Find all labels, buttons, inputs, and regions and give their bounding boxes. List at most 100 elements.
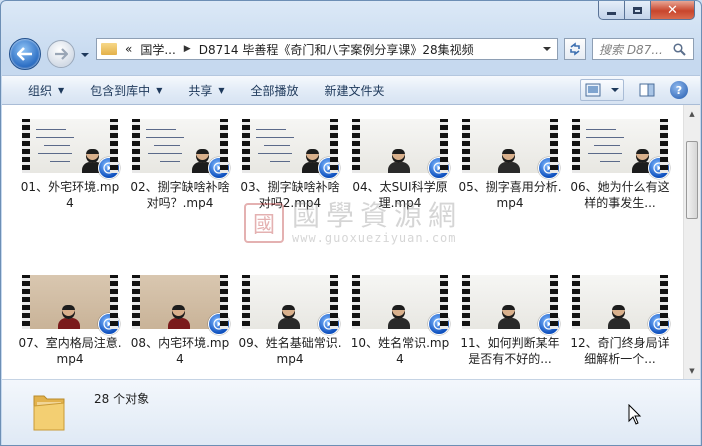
minimize-button[interactable] (598, 1, 625, 20)
file-item[interactable]: 06、她为什么有这样的事发生... (565, 119, 675, 275)
breadcrumb-separator-icon[interactable]: ▶ (184, 44, 191, 54)
help-icon: ? (675, 83, 683, 97)
file-item[interactable]: 07、室内格局注意.mp4 (15, 275, 125, 379)
change-view-button[interactable] (580, 79, 624, 101)
video-thumbnail[interactable] (22, 119, 120, 179)
whiteboard-writing (44, 145, 70, 146)
arrow-left-icon (17, 47, 32, 61)
file-item[interactable]: 02、捌字缺啥补啥对吗？.mp4 (125, 119, 235, 275)
video-thumbnail[interactable] (242, 275, 340, 335)
file-grid: 01、外宅环境.mp4 02、捌字缺啥补啥对吗？.mp4 03、捌字缺啥补啥对吗2.… (15, 119, 675, 379)
file-name: 02、捌字缺啥补啥对吗？.mp4 (130, 180, 230, 210)
video-thumbnail[interactable] (572, 275, 670, 335)
breadcrumb-current[interactable]: D8714 毕善程《奇门和八字案例分享课》28集视频 (199, 41, 474, 58)
search-input[interactable]: 搜索 D87... (599, 41, 669, 58)
minimize-icon (607, 11, 616, 15)
file-item[interactable]: 10、姓名常识.mp4 (345, 275, 455, 379)
search-icon[interactable] (673, 42, 686, 56)
whiteboard-writing (148, 153, 182, 154)
organize-menu[interactable]: 组织 ▼ (28, 82, 64, 99)
include-library-label: 包含到库中 (90, 83, 151, 98)
video-thumbnail[interactable] (352, 275, 450, 335)
address-bar[interactable]: « 国学... ▶ D8714 毕善程《奇门和八字案例分享课》28集视频 (96, 38, 558, 60)
search-box[interactable]: 搜索 D87... (592, 38, 694, 60)
vertical-scrollbar[interactable]: ▲ ▼ (683, 105, 700, 379)
file-list-pane[interactable]: 01、外宅环境.mp4 02、捌字缺啥补啥对吗？.mp4 03、捌字缺啥补啥对吗2.… (2, 105, 700, 379)
refresh-icon (570, 42, 580, 56)
recent-pages-button[interactable] (81, 48, 89, 57)
new-folder-label: 新建文件夹 (324, 83, 385, 98)
chevron-down-icon (81, 53, 89, 57)
file-item[interactable]: 11、如何判断某年是否有不好的... (455, 275, 565, 379)
preview-pane-button[interactable] (636, 79, 658, 101)
play-all-label: 全部播放 (250, 83, 299, 98)
navigation-bar: « 国学... ▶ D8714 毕善程《奇门和八字案例分享课》28集视频 搜索 … (1, 28, 701, 74)
include-in-library-menu[interactable]: 包含到库中 ▼ (90, 82, 162, 99)
play-all-button[interactable]: 全部播放 (251, 82, 299, 99)
whiteboard-writing (160, 161, 180, 162)
maximize-icon (633, 6, 642, 14)
file-name: 12、奇门终身局详细解析一个... (570, 336, 670, 366)
file-item[interactable]: 09、姓名基础常识.mp4 (235, 275, 345, 379)
media-player-icon (208, 157, 230, 179)
whiteboard-writing (264, 145, 290, 146)
whiteboard-writing (586, 137, 624, 138)
whiteboard-writing (586, 129, 616, 130)
scroll-thumb[interactable] (686, 141, 698, 219)
new-folder-button[interactable]: 新建文件夹 (325, 82, 385, 99)
presenter (168, 305, 190, 329)
media-player-icon (208, 313, 230, 335)
presenter (58, 305, 80, 329)
address-prefix[interactable]: « (125, 42, 132, 56)
video-thumbnail[interactable] (132, 119, 230, 179)
file-name: 09、姓名基础常识.mp4 (238, 336, 342, 366)
file-item[interactable]: 05、捌字喜用分析.mp4 (455, 119, 565, 275)
whiteboard-writing (38, 153, 72, 154)
video-thumbnail[interactable] (352, 119, 450, 179)
whiteboard-writing (600, 161, 620, 162)
chevron-down-icon[interactable] (611, 86, 619, 94)
breadcrumb-parent[interactable]: 国学... (140, 41, 175, 58)
whiteboard-writing (36, 137, 74, 138)
whiteboard-writing (256, 137, 294, 138)
chevron-down-icon: ▼ (218, 85, 225, 95)
file-item[interactable]: 03、捌字缺啥补啥对吗2.mp4 (235, 119, 345, 275)
file-item[interactable]: 12、奇门终身局详细解析一个... (565, 275, 675, 379)
arrow-right-icon (55, 48, 68, 60)
file-name: 05、捌字喜用分析.mp4 (458, 180, 562, 210)
video-thumbnail[interactable] (132, 275, 230, 335)
video-thumbnail[interactable] (22, 275, 120, 335)
media-player-icon (538, 157, 560, 179)
presenter (498, 149, 520, 173)
share-menu[interactable]: 共享 ▼ (188, 82, 224, 99)
file-name: 04、太SUI科学原理.mp4 (352, 180, 448, 210)
media-player-icon (318, 157, 340, 179)
whiteboard-writing (146, 137, 184, 138)
scroll-up-icon[interactable]: ▲ (684, 105, 700, 122)
back-button[interactable] (9, 38, 41, 70)
command-bar: 组织 ▼ 包含到库中 ▼ 共享 ▼ 全部播放 新建文件夹 ? (2, 75, 700, 105)
file-item[interactable]: 08、内宅环境.mp4 (125, 275, 235, 379)
maximize-button[interactable] (625, 1, 651, 20)
file-name: 01、外宅环境.mp4 (20, 180, 120, 210)
video-thumbnail[interactable] (242, 119, 340, 179)
chevron-down-icon: ▼ (156, 85, 163, 95)
close-button[interactable]: ✕ (651, 1, 695, 20)
address-dropdown-icon[interactable] (543, 45, 551, 53)
folder-icon (101, 43, 117, 55)
presenter (278, 305, 300, 329)
help-button[interactable]: ? (670, 81, 688, 99)
video-thumbnail[interactable] (462, 119, 560, 179)
video-thumbnail[interactable] (462, 275, 560, 335)
file-item[interactable]: 04、太SUI科学原理.mp4 (345, 119, 455, 275)
scroll-down-icon[interactable]: ▼ (684, 362, 700, 379)
media-player-icon (428, 313, 450, 335)
refresh-button[interactable] (564, 38, 586, 60)
whiteboard-writing (256, 129, 286, 130)
file-item[interactable]: 01、外宅环境.mp4 (15, 119, 125, 275)
details-pane: 28 个对象 (2, 379, 700, 445)
video-thumbnail[interactable] (572, 119, 670, 179)
item-count: 28 个对象 (94, 392, 150, 406)
whiteboard-writing (588, 153, 622, 154)
forward-button[interactable] (47, 40, 75, 68)
